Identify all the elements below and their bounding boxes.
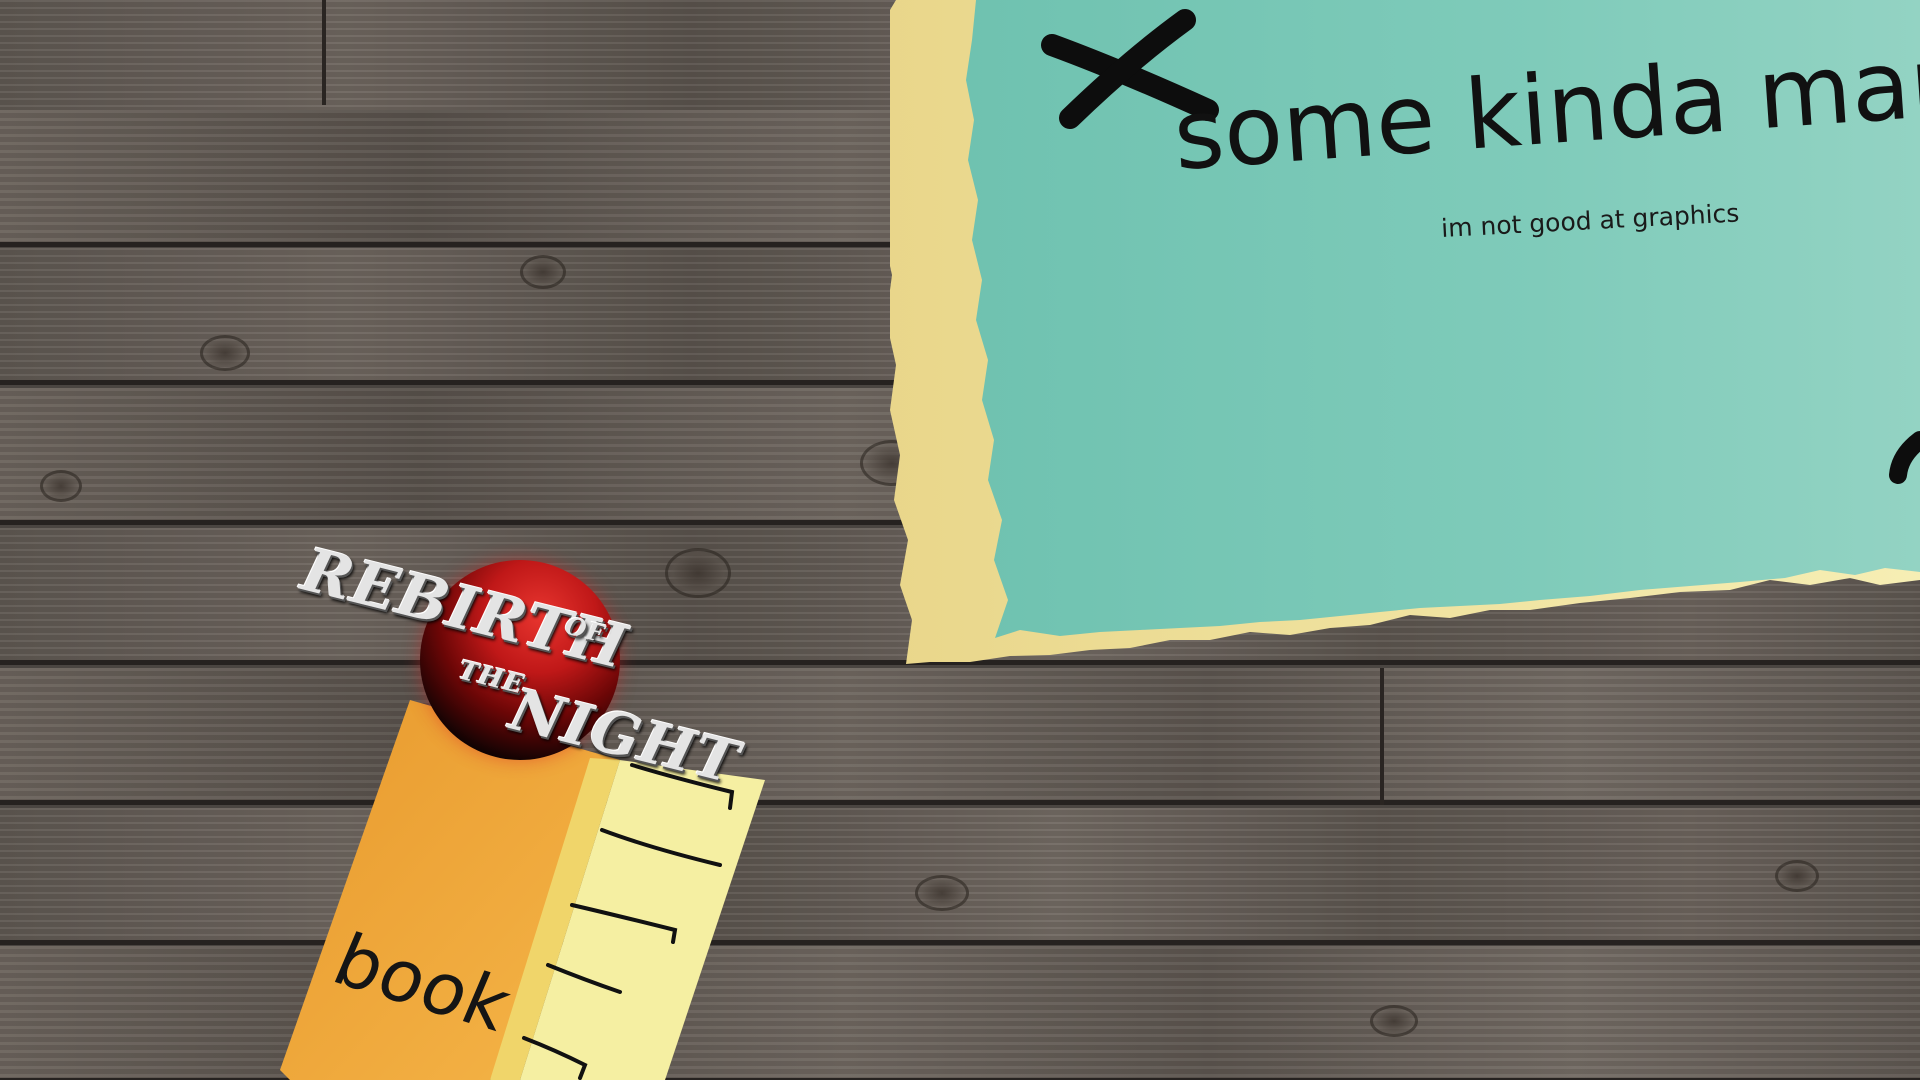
wood-knot — [40, 470, 82, 502]
wood-knot — [200, 335, 250, 371]
scene: some kinda map im not good at graphics b… — [0, 0, 1920, 1080]
rebirth-of-the-night-logo: REBIRTH OF THE NIGHT — [295, 525, 746, 797]
plank-seam — [322, 0, 326, 105]
wood-knot — [1775, 860, 1819, 892]
wood-knot — [520, 255, 566, 289]
wood-knot — [1370, 1005, 1418, 1037]
plank-seam — [1380, 668, 1384, 805]
wood-knot — [915, 875, 969, 911]
